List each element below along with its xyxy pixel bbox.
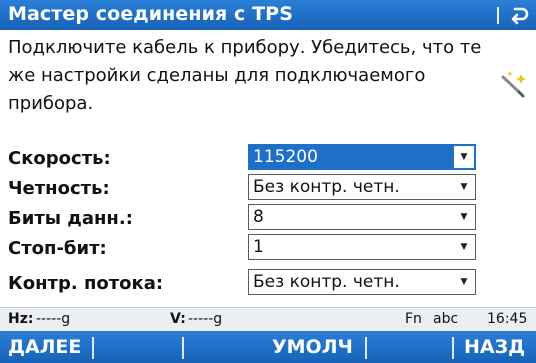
data-bits-label: Биты данн.: [8,208,133,229]
title-separator [497,7,499,24]
v-label: V: [170,311,186,327]
row-parity: Четность: Без контр. четн. ▼ [0,173,536,203]
baud-rate-label: Скорость: [8,148,111,169]
instruction-text: Подключите кабель к прибору. Убедитесь, … [8,37,482,114]
chevron-down-icon[interactable]: ▼ [454,271,474,293]
stop-bit-value: 1 [253,237,264,257]
stop-bit-select[interactable]: 1 ▼ [248,234,476,260]
window-title: Мастер соединения с TPS [8,3,293,25]
row-stop-bit: Стоп-бит: 1 ▼ [0,233,536,263]
chevron-down-icon[interactable]: ▼ [454,176,474,198]
hz-value: -----g [36,311,71,327]
chevron-down-icon[interactable]: ▼ [454,206,474,228]
softkey-separator [92,337,94,359]
softkey-bar: ДАЛЕЕ УМОЛЧ НАЗД [0,331,536,363]
data-bits-value: 8 [253,207,264,227]
back-button[interactable]: НАЗД [464,331,525,363]
input-mode-indicator: abc [433,311,459,327]
flow-control-select[interactable]: Без контр. четн. ▼ [248,269,476,295]
magic-wand-icon [497,68,531,102]
back-arrow-icon[interactable] [508,4,530,26]
default-button[interactable]: УМОЛЧ [272,331,353,363]
next-button[interactable]: ДАЛЕЕ [8,331,81,363]
parity-value: Без контр. четн. [253,177,400,197]
title-bar: Мастер соединения с TPS [0,0,536,30]
chevron-down-icon[interactable]: ▼ [454,146,474,168]
clock: 16:45 [487,311,528,327]
row-baud-rate: Скорость: 115200 ▼ [0,143,536,173]
status-bar: Hz: -----g V: -----g Fn abc 16:45 [0,307,536,331]
softkey-separator [182,337,184,359]
softkey-separator [365,337,367,359]
chevron-down-icon[interactable]: ▼ [454,236,474,258]
v-value: -----g [188,311,223,327]
row-flow-control: Контр. потока: Без контр. четн. ▼ [0,268,536,298]
baud-rate-value: 115200 [253,147,318,167]
flow-control-value: Без контр. четн. [253,272,400,292]
row-data-bits: Биты данн.: 8 ▼ [0,203,536,233]
stop-bit-label: Стоп-бит: [8,238,107,259]
data-bits-select[interactable]: 8 ▼ [248,204,476,230]
fn-indicator: Fn [405,311,422,327]
baud-rate-select[interactable]: 115200 ▼ [248,144,476,170]
flow-control-label: Контр. потока: [8,273,164,294]
parity-select[interactable]: Без контр. четн. ▼ [248,174,476,200]
hz-label: Hz: [8,311,34,327]
softkey-separator [452,337,454,359]
parity-label: Четность: [8,178,110,199]
